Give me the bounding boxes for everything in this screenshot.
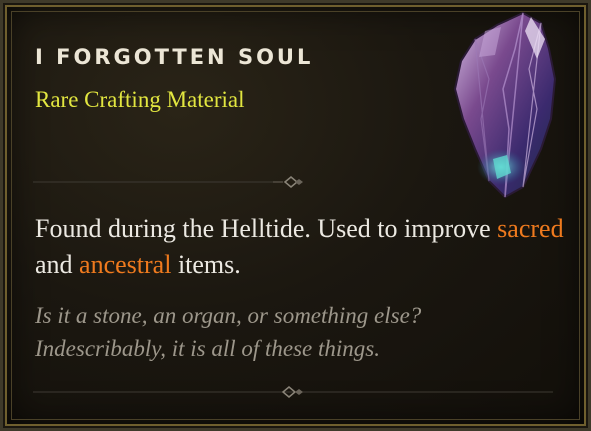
description-text-3: items.: [171, 250, 241, 279]
description-keyword-ancestral: ancestral: [79, 250, 172, 279]
forgotten-soul-crystal-icon: [453, 11, 557, 199]
description-text-1: Found during the Helltide. Used to impro…: [35, 214, 498, 243]
item-name: I Forgotten Soul: [35, 45, 314, 69]
flavor-line-1: Is it a stone, an organ, or something el…: [35, 303, 422, 328]
item-tooltip: I Forgotten Soul Rare Crafting Material: [0, 0, 591, 431]
flavor-line-2: Indescribably, it is all of these things…: [35, 336, 380, 361]
flavor-text: Is it a stone, an organ, or something el…: [35, 299, 565, 365]
description-keyword-sacred: sacred: [497, 214, 564, 243]
description-text-2: and: [35, 250, 80, 279]
divider-bottom: [33, 386, 553, 398]
item-type: Rare Crafting Material: [35, 87, 245, 112]
divider-top: [33, 176, 303, 188]
tooltip-header: I Forgotten Soul Rare Crafting Material: [35, 43, 435, 115]
item-description: Found during the Helltide. Used to impro…: [35, 211, 565, 283]
